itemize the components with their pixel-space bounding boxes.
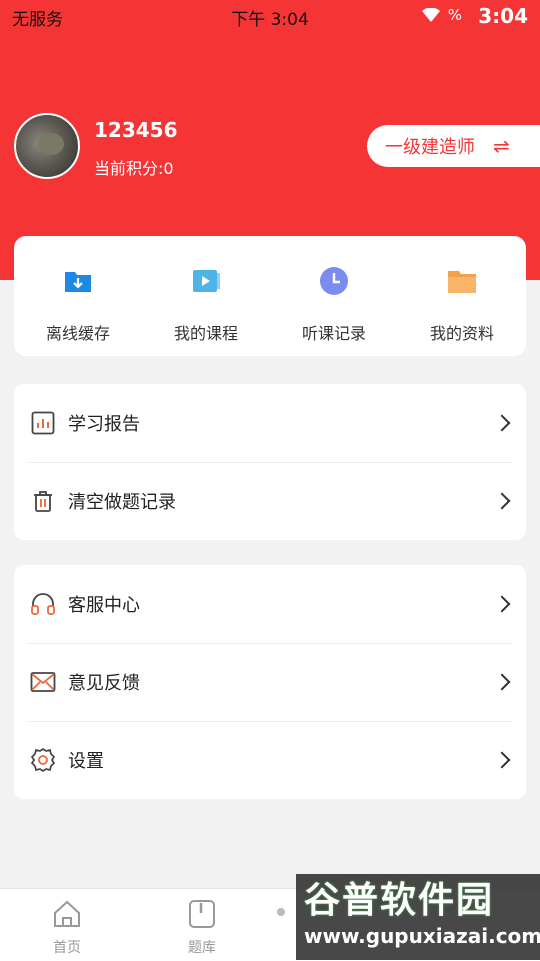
menu-label: 学习报告 — [68, 414, 140, 435]
quick-my-materials[interactable]: 我的资料 — [398, 266, 526, 344]
quick-label: 听课记录 — [301, 324, 366, 343]
menu-label: 设置 — [68, 751, 104, 772]
folder-icon — [448, 271, 476, 293]
clock-icon — [320, 267, 348, 295]
chevron-right-icon — [493, 492, 511, 510]
menu-settings[interactable]: 设置 — [14, 721, 526, 799]
menu-study-report[interactable]: 学习报告 — [14, 384, 526, 462]
username[interactable]: 123456 — [94, 118, 178, 142]
status-time-large: 3:04 — [478, 4, 528, 28]
trash-icon — [34, 491, 52, 512]
menu-feedback[interactable]: 意见反馈 — [14, 643, 526, 721]
watermark-title: 谷普软件园 — [304, 880, 495, 921]
menu-card-service: 客服中心 意见反馈 设置 — [14, 565, 526, 799]
watermark-url: www.gupuxiazai.com — [304, 924, 540, 948]
menu-label: 清空做题记录 — [68, 492, 176, 513]
wifi-icon — [421, 8, 440, 22]
question-bank-icon — [189, 900, 215, 928]
quick-listen-history[interactable]: 听课记录 — [270, 266, 398, 344]
settings-gear-icon — [30, 747, 56, 773]
tab-home[interactable]: 首页 — [27, 899, 107, 957]
chevron-right-icon — [493, 414, 511, 432]
status-icons: % — [421, 6, 462, 24]
watermark-overlay: 谷普软件园 www.gupuxiazai.com — [296, 874, 540, 960]
quick-label: 我的资料 — [429, 324, 494, 343]
report-chart-icon — [31, 411, 55, 435]
avatar[interactable] — [14, 113, 80, 179]
quick-label: 离线缓存 — [45, 324, 110, 343]
tab-label: 首页 — [53, 940, 81, 956]
download-folder-icon — [65, 272, 91, 292]
headphones-icon — [31, 593, 55, 615]
menu-card-study: 学习报告 清空做题记录 — [14, 384, 526, 540]
home-icon — [54, 900, 80, 927]
tab-label: 题库 — [188, 940, 216, 956]
swap-icon: ⇌ — [493, 134, 510, 158]
chevron-right-icon — [493, 673, 511, 691]
tab-question-bank[interactable]: 题库 — [162, 899, 242, 957]
role-label: 一级建造师 — [385, 137, 475, 158]
quick-my-courses[interactable]: 我的课程 — [142, 266, 270, 344]
status-bar: 无服务 下午 3:04 % 3:04 — [0, 0, 540, 34]
menu-label: 意见反馈 — [68, 673, 140, 694]
quick-offline-cache[interactable]: 离线缓存 — [14, 266, 142, 344]
quick-actions: 离线缓存 我的课程 听课记录 我的资料 — [14, 236, 526, 356]
video-course-icon — [193, 270, 220, 292]
menu-customer-service[interactable]: 客服中心 — [14, 565, 526, 643]
battery-percent: % — [447, 6, 462, 24]
role-switch-button[interactable]: 一级建造师 ⇌ — [367, 125, 540, 167]
menu-label: 客服中心 — [68, 595, 140, 616]
menu-clear-records[interactable]: 清空做题记录 — [14, 462, 526, 540]
quick-label: 我的课程 — [173, 324, 238, 343]
mail-icon — [30, 672, 56, 692]
tab-indicator-dot — [277, 908, 285, 916]
chevron-right-icon — [493, 751, 511, 769]
chevron-right-icon — [493, 595, 511, 613]
points-text: 当前积分:0 — [94, 159, 174, 178]
